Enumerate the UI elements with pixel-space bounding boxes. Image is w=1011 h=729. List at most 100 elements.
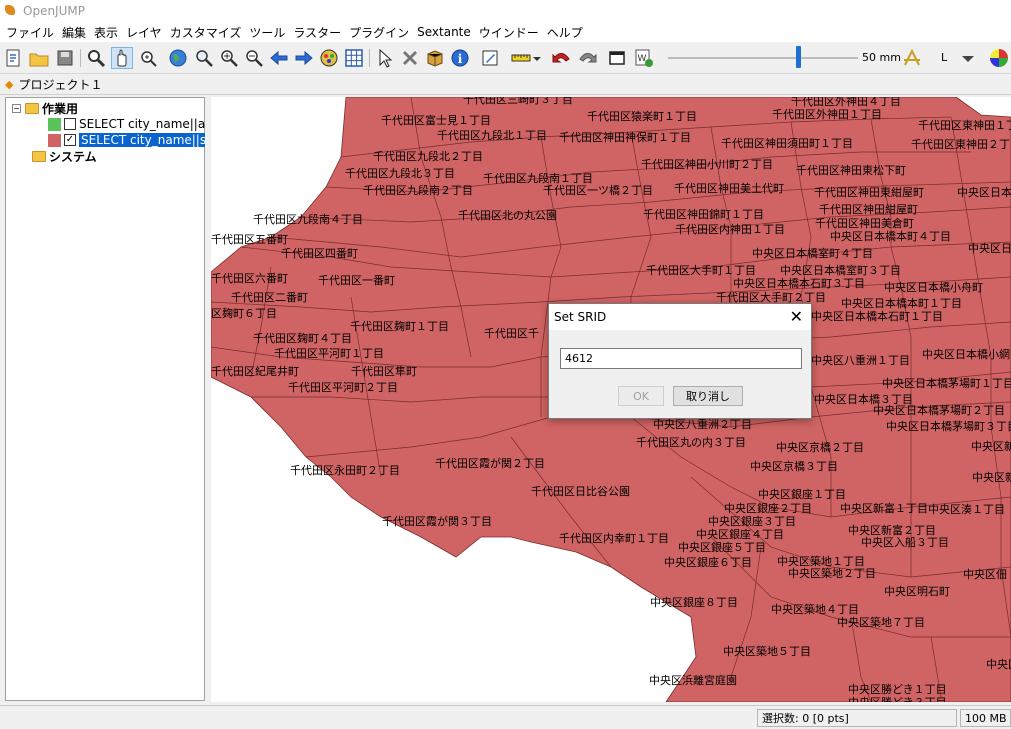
zoom-out-icon[interactable] <box>243 47 265 69</box>
menu-customize[interactable]: カスタマイズ <box>166 24 246 41</box>
color-wheel-icon[interactable] <box>988 47 1010 69</box>
set-srid-dialog: Set SRID ✕ OK 取り消し <box>548 303 812 419</box>
new-project-icon[interactable] <box>2 47 24 69</box>
map-label: 千代田区永田町２丁目 <box>290 464 400 477</box>
tree-layer-2[interactable]: ✓ SELECT city_name||s_na <box>48 132 230 148</box>
scale-slider-thumb[interactable] <box>796 46 801 68</box>
menu-layer[interactable]: レイヤ <box>122 24 166 41</box>
scale-label: 50 mm <box>862 51 901 64</box>
map-label: 千代田区三崎町３丁目 <box>463 97 573 106</box>
map-label: 千代田区日比谷公園 <box>531 485 630 498</box>
project-bar: ◆ プロジェクト１ <box>0 75 1011 95</box>
map-label: 千代田区九段南４丁目 <box>253 213 363 226</box>
category-work-label: 作業用 <box>42 101 79 116</box>
map-label: 中央区日本橋茅場町１丁目 <box>882 377 1011 390</box>
map-label: 中央区明石町 <box>884 585 950 598</box>
menu-sextante[interactable]: Sextante <box>413 25 475 39</box>
map-label: 千代田区四番町 <box>281 247 358 260</box>
package-icon[interactable] <box>424 47 446 69</box>
map-label: 千代田区東神田１丁目 <box>918 119 1011 132</box>
layer-color-swatch <box>48 117 61 131</box>
map-label: 中央区佃 <box>963 568 1007 581</box>
map-label: 中央区勝どき３丁目 <box>848 694 947 702</box>
map-label: 区麹町６丁目 <box>211 307 277 320</box>
select-arrow-icon[interactable] <box>374 47 396 69</box>
compass-icon[interactable] <box>901 47 923 69</box>
map-label: 中央区入船３丁目 <box>861 536 949 549</box>
map-label: 千代田区一ツ橋２丁目 <box>543 184 653 197</box>
info-icon[interactable]: i <box>449 47 471 69</box>
map-label: 千代田区平河町２丁目 <box>288 381 398 394</box>
map-label: 中央区日本橋茅場町２丁目 <box>873 404 1005 417</box>
tree-category-work[interactable]: − 作業用 <box>12 100 78 116</box>
status-bar: 選択数: 0 [0 pts] 100 MB ( <box>0 705 1011 729</box>
zoom-in-icon[interactable] <box>218 47 240 69</box>
ok-button[interactable]: OK <box>618 386 664 406</box>
map-label: 千代田区内神田１丁目 <box>675 223 785 236</box>
menu-raster[interactable]: ラスター <box>289 24 345 41</box>
srid-input[interactable] <box>560 348 802 369</box>
map-label: 千代田区神田東松下町 <box>796 164 906 177</box>
measure-ruler-icon[interactable] <box>510 47 532 69</box>
folder-icon <box>32 150 46 162</box>
map-label: 中央区新富１丁目 <box>840 502 928 515</box>
folder-icon <box>25 102 39 114</box>
save-icon[interactable] <box>54 47 76 69</box>
zoom-previous-icon[interactable] <box>193 47 215 69</box>
map-label: 千代田区富士見１丁目 <box>381 114 491 127</box>
menu-file[interactable]: ファイル <box>2 24 58 41</box>
map-label: 千代田区麹町４丁目 <box>253 332 352 345</box>
project-tab[interactable]: プロジェクト１ <box>18 76 102 93</box>
menu-plugins[interactable]: プラグイン <box>345 24 413 41</box>
category-system-label: システム <box>49 149 97 164</box>
close-icon[interactable]: ✕ <box>790 307 803 327</box>
menu-view[interactable]: 表示 <box>90 24 122 41</box>
grid-icon[interactable] <box>343 47 365 69</box>
map-label: 千代田区神田東紺屋町 <box>814 186 924 199</box>
scale-letter: L <box>941 51 948 64</box>
open-folder-icon[interactable] <box>28 47 50 69</box>
map-label: 千代田区千 <box>484 327 539 340</box>
delete-feature-icon[interactable] <box>399 47 421 69</box>
back-arrow-icon[interactable] <box>268 47 290 69</box>
measure-dropdown-icon[interactable] <box>531 47 543 69</box>
map-label: 中央区湊１丁目 <box>928 503 1005 516</box>
map-label: 千代田区九段北２丁目 <box>373 150 483 163</box>
memory-usage: 100 MB ( <box>960 709 1011 727</box>
openjump-logo-icon <box>3 4 17 18</box>
menu-edit[interactable]: 編集 <box>58 24 90 41</box>
dialog-title: Set SRID <box>554 310 607 324</box>
map-label: 中央区銀座６丁目 <box>664 556 752 569</box>
map-label: 千代田区霞が関２丁目 <box>435 457 545 470</box>
wms-icon[interactable]: W <box>633 47 655 69</box>
pan-hand-icon[interactable] <box>111 47 133 69</box>
zoom-icon[interactable] <box>85 47 107 69</box>
layer-style-icon[interactable] <box>318 47 340 69</box>
scale-slider-track[interactable] <box>668 57 858 59</box>
menu-tools[interactable]: ツール <box>245 24 289 41</box>
collapse-icon[interactable]: − <box>12 103 21 113</box>
tree-category-system[interactable]: システム <box>28 148 97 164</box>
map-label: 千代田区隼町 <box>351 365 417 378</box>
menu-window[interactable]: ウインドー <box>475 24 543 41</box>
forward-arrow-icon[interactable] <box>293 47 315 69</box>
map-label: 中央区京橋２丁目 <box>776 441 864 454</box>
layer-visibility-checkbox[interactable]: ✓ <box>64 134 76 146</box>
menu-help[interactable]: ヘルプ <box>543 24 587 41</box>
map-label: 千代田区神田美土代町 <box>674 182 784 195</box>
map-label: 中央区日本橋室町４丁目 <box>752 247 873 260</box>
scale-dropdown-icon[interactable] <box>960 47 976 69</box>
tree-layer-1[interactable]: SELECT city_name||aza_c <box>48 116 231 132</box>
map-label: 中央区日本橋茅場町３丁目 <box>886 420 1011 433</box>
menu-bar: ファイル 編集 表示 レイヤ カスタマイズ ツール ラスター プラグイン Sex… <box>0 22 1011 42</box>
map-label: 中央区銀座５丁目 <box>678 541 766 554</box>
pan-zoom-icon[interactable] <box>137 47 159 69</box>
globe-icon[interactable] <box>167 47 189 69</box>
undo-icon[interactable] <box>551 47 573 69</box>
window-icon[interactable] <box>606 47 628 69</box>
layer-visibility-checkbox[interactable] <box>64 118 76 130</box>
map-label: 千代田区猿楽町１丁目 <box>587 110 697 123</box>
cancel-button[interactable]: 取り消し <box>673 386 743 406</box>
edit-icon[interactable] <box>479 47 501 69</box>
redo-icon[interactable] <box>576 47 598 69</box>
